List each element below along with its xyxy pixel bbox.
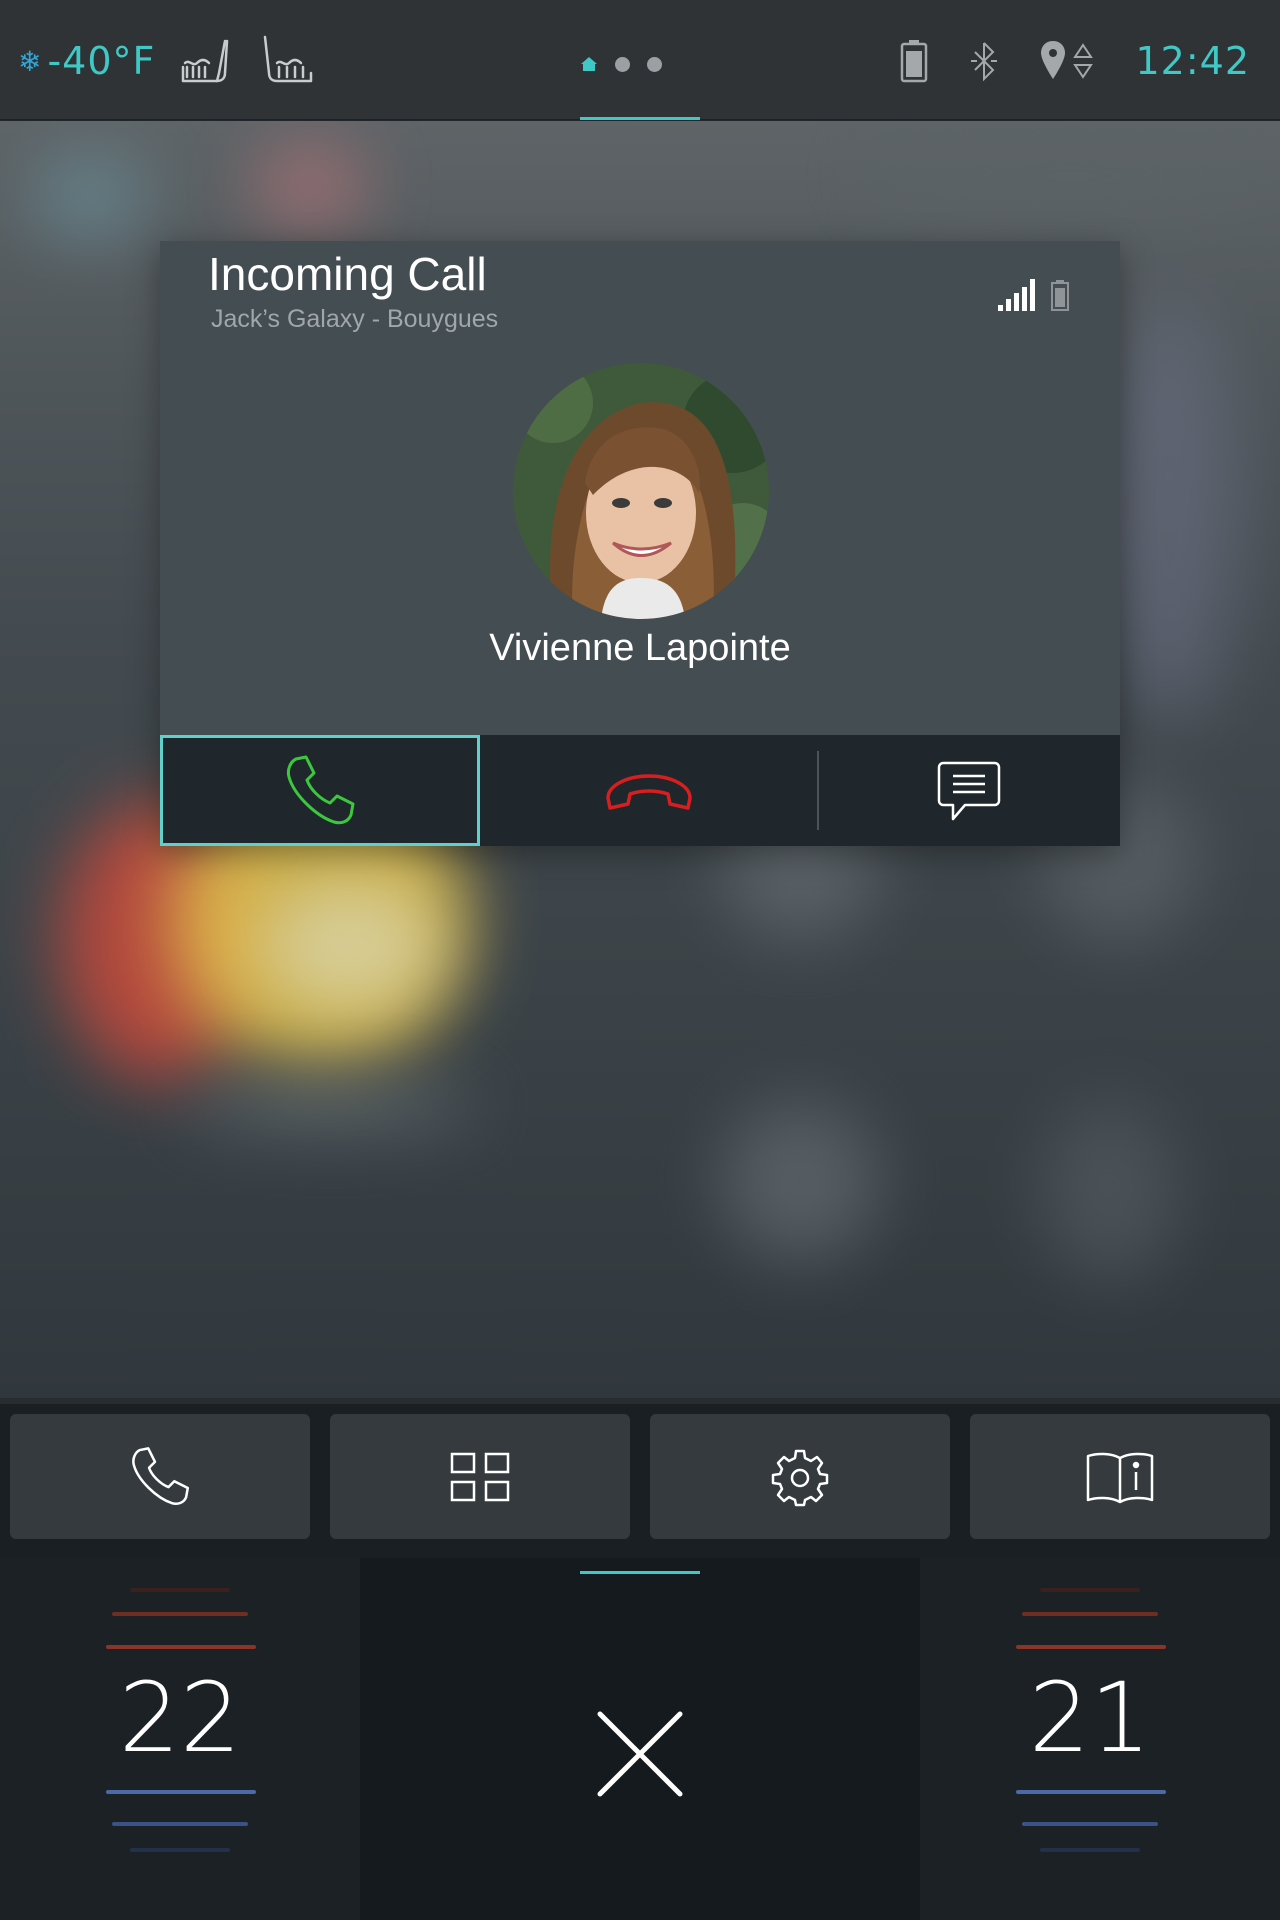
heat-level-bar bbox=[130, 1588, 230, 1592]
cool-level-bar bbox=[1040, 1848, 1140, 1852]
heat-level-bar bbox=[1022, 1612, 1158, 1616]
page-indicator[interactable] bbox=[580, 55, 662, 73]
heat-level-bar bbox=[1016, 1645, 1166, 1649]
passenger-temperature[interactable]: 21 bbox=[1000, 1662, 1180, 1774]
caller-avatar bbox=[513, 363, 769, 619]
bluetooth-icon[interactable] bbox=[969, 41, 999, 81]
phone-battery-icon bbox=[1051, 280, 1069, 311]
call-title: Incoming Call bbox=[208, 248, 487, 300]
settings-icon bbox=[771, 1449, 829, 1506]
battery-icon bbox=[899, 39, 929, 83]
phone-icon bbox=[132, 1446, 190, 1505]
dock-apps-button[interactable] bbox=[330, 1414, 630, 1539]
close-icon[interactable] bbox=[590, 1704, 690, 1804]
status-left-group: ❄ -40°F bbox=[18, 34, 315, 88]
dock-divider bbox=[0, 1398, 1280, 1404]
message-icon bbox=[937, 761, 1000, 820]
heat-level-bar bbox=[106, 1645, 256, 1649]
manual-icon bbox=[1086, 1452, 1154, 1503]
home-icon[interactable] bbox=[580, 55, 598, 73]
divider bbox=[817, 751, 819, 830]
active-page-underline bbox=[580, 117, 700, 120]
decline-call-button[interactable] bbox=[480, 735, 817, 846]
phone-hangup-icon bbox=[605, 773, 692, 810]
apps-grid-icon bbox=[450, 1452, 510, 1501]
cool-level-bar bbox=[130, 1848, 230, 1852]
status-right-group: 12:42 bbox=[859, 34, 1250, 88]
status-bar: ❄ -40°F 12:42 bbox=[0, 0, 1280, 120]
passenger-climate-zone[interactable]: 21 bbox=[920, 1558, 1280, 1920]
climate-bar: 22 21 bbox=[0, 1558, 1280, 1920]
heat-level-bar bbox=[112, 1612, 248, 1616]
cool-level-bar bbox=[106, 1790, 256, 1794]
location-icon[interactable] bbox=[1039, 39, 1095, 83]
climate-page-underline bbox=[580, 1571, 700, 1574]
seat-heat-rear-icon[interactable] bbox=[259, 33, 315, 89]
cool-level-bar bbox=[112, 1822, 248, 1826]
dock-phone-button[interactable] bbox=[10, 1414, 310, 1539]
message-reply-button[interactable] bbox=[817, 735, 1120, 846]
outside-temperature: -40°F bbox=[47, 39, 156, 83]
cool-level-bar bbox=[1022, 1822, 1158, 1826]
heat-level-bar bbox=[1040, 1588, 1140, 1592]
driver-temperature[interactable]: 22 bbox=[90, 1662, 270, 1774]
call-source: Jack’s Galaxy - Bouygues bbox=[211, 305, 499, 333]
phone-answer-icon bbox=[286, 755, 355, 824]
cool-level-bar bbox=[1016, 1790, 1166, 1794]
bottom-dock bbox=[0, 1398, 1280, 1558]
page-dot[interactable] bbox=[647, 56, 662, 72]
dock-settings-button[interactable] bbox=[650, 1414, 950, 1539]
caller-name: Vivienne Lapointe bbox=[489, 627, 791, 669]
snowflake-icon: ❄ bbox=[18, 45, 42, 77]
driver-climate-zone[interactable]: 22 bbox=[0, 1558, 360, 1920]
seat-heat-icon[interactable] bbox=[179, 33, 235, 89]
clock: 12:42 bbox=[1135, 39, 1250, 83]
phone-status-icons bbox=[998, 279, 1070, 311]
call-action-bar bbox=[160, 735, 1120, 846]
dock-manual-button[interactable] bbox=[970, 1414, 1270, 1539]
accept-call-button[interactable] bbox=[160, 735, 480, 846]
signal-icon bbox=[998, 279, 1035, 311]
page-dot[interactable] bbox=[615, 56, 630, 72]
incoming-call-card: Incoming Call Jack’s Galaxy - Bouygues V… bbox=[160, 241, 1120, 846]
